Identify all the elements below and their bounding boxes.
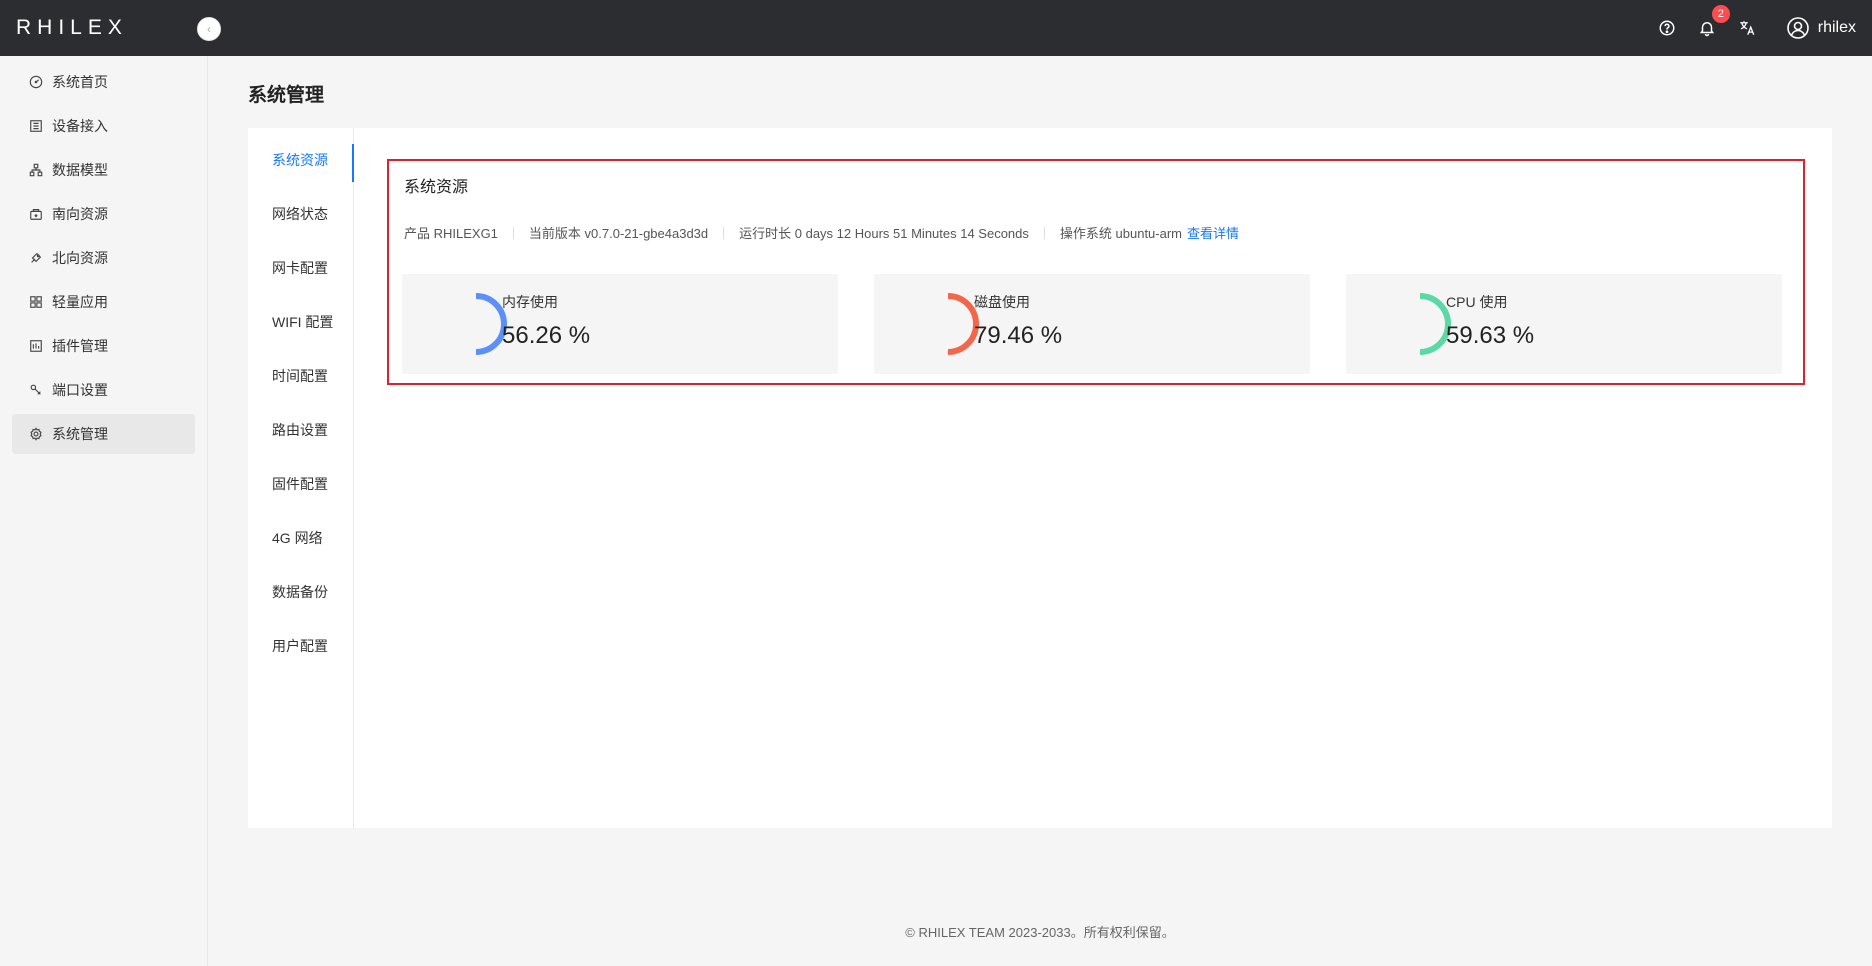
os-info: 操作系统 ubuntu-arm xyxy=(1059,226,1182,241)
system-subnav: 系统资源网络状态网卡配置 WIFI 配置 时间配置路由设置固件配置 4G 网络数据备份… xyxy=(248,128,354,828)
subnav-item-3[interactable]: WIFI 配置 xyxy=(272,312,333,332)
north-icon xyxy=(28,250,44,266)
gear-icon xyxy=(28,426,44,442)
stat-label: 内存使用 xyxy=(502,294,558,310)
stat-label: CPU 使用 xyxy=(1446,294,1508,310)
sidebar-item-label: 轻量应用 xyxy=(52,294,108,310)
translate-icon[interactable] xyxy=(1736,17,1758,39)
page-title: 系统管理 xyxy=(248,85,325,106)
sidebar-item-label: 北向资源 xyxy=(52,250,108,266)
usage-ring-chart xyxy=(1419,293,1451,355)
notification-badge: 2 xyxy=(1711,5,1730,23)
sidebar-item-0[interactable]: 系统首页 xyxy=(12,62,195,102)
app-icon xyxy=(28,294,44,310)
cpu-usage-card: CPU 使用 59.63 % xyxy=(1346,274,1782,374)
sidebar-item-2[interactable]: 数据模型 xyxy=(12,150,195,190)
plugin-icon xyxy=(28,338,44,354)
sidebar-collapse-button[interactable]: ‹ xyxy=(197,17,221,41)
sidebar-item-label: 系统首页 xyxy=(52,74,108,90)
username: rhilex xyxy=(1817,19,1856,36)
south-icon xyxy=(28,206,44,222)
view-details-link[interactable]: 查看详情 xyxy=(1187,223,1239,242)
stat-label: 磁盘使用 xyxy=(974,294,1030,310)
subnav-item-7[interactable]: 4G 网络 xyxy=(272,528,323,548)
resource-title: 系统资源 xyxy=(404,179,469,196)
device-icon xyxy=(28,118,44,134)
sidebar-item-5[interactable]: 轻量应用 xyxy=(12,282,195,322)
sidebar-item-label: 系统管理 xyxy=(52,426,108,442)
usage-ring-chart xyxy=(475,293,507,355)
sidebar-item-6[interactable]: 插件管理 xyxy=(12,326,195,366)
sidebar-item-1[interactable]: 设备接入 xyxy=(12,106,195,146)
system-info-row: 产品 RHILEXG1 当前版本 v0.7.0-21-gbe4a3d3d 运行时… xyxy=(404,223,1239,242)
sidebar-item-4[interactable]: 北向资源 xyxy=(12,238,195,278)
system-resource-panel: 系统资源 产品 RHILEXG1 当前版本 v0.7.0-21-gbe4a3d3… xyxy=(387,159,1805,385)
header-actions: 2 rhilex xyxy=(1656,5,1856,40)
subnav-item-1[interactable]: 网络状态 xyxy=(272,204,328,224)
port-icon xyxy=(28,382,44,398)
subnav-item-0[interactable]: 系统资源 xyxy=(272,150,328,170)
subnav-item-8[interactable]: 数据备份 xyxy=(272,582,328,602)
user-avatar-icon xyxy=(1786,17,1809,39)
subnav-item-6[interactable]: 固件配置 xyxy=(272,474,328,494)
sidebar-item-3[interactable]: 南向资源 xyxy=(12,194,195,234)
usage-ring-chart xyxy=(947,293,979,355)
stat-value: 56.26 % xyxy=(502,322,591,349)
subnav-item-2[interactable]: 网卡配置 xyxy=(272,258,328,278)
divider xyxy=(512,226,514,239)
user-menu[interactable]: rhilex xyxy=(1786,16,1856,40)
sidebar: 系统首页设备接入数据模型南向资源北向资源轻量应用插件管理端口设置系统管理 xyxy=(0,56,208,966)
sidebar-item-7[interactable]: 端口设置 xyxy=(12,370,195,410)
sidebar-item-label: 设备接入 xyxy=(52,118,108,134)
content-card: 系统资源网络状态网卡配置 WIFI 配置 时间配置路由设置固件配置 4G 网络数据备份… xyxy=(248,128,1832,828)
memory-usage-card: 内存使用 56.26 % xyxy=(402,274,838,374)
uptime-info: 运行时长 0 days 12 Hours 51 Minutes 14 Secon… xyxy=(739,226,1029,241)
top-header: RHILEX 2 rhilex xyxy=(0,0,1872,56)
sidebar-item-label: 南向资源 xyxy=(52,206,108,222)
app-logo[interactable]: RHILEX xyxy=(16,16,128,40)
divider xyxy=(723,226,725,239)
subnav-item-4[interactable]: 时间配置 xyxy=(272,366,328,386)
model-icon xyxy=(28,162,44,178)
sidebar-item-8[interactable]: 系统管理 xyxy=(12,414,195,454)
version-info: 当前版本 v0.7.0-21-gbe4a3d3d xyxy=(528,226,709,241)
subnav-active-indicator xyxy=(352,144,354,182)
divider xyxy=(1043,226,1045,239)
sidebar-item-label: 插件管理 xyxy=(52,338,108,354)
stat-value: 79.46 % xyxy=(974,322,1063,349)
footer-copyright: © RHILEX TEAM 2023-2033。所有权利保留。 xyxy=(905,925,1175,940)
sidebar-item-label: 数据模型 xyxy=(52,162,108,178)
product-info: 产品 RHILEXG1 xyxy=(404,226,498,241)
dashboard-icon xyxy=(28,74,44,90)
help-icon[interactable] xyxy=(1656,17,1678,39)
disk-usage-card: 磁盘使用 79.46 % xyxy=(874,274,1310,374)
bell-icon[interactable]: 2 xyxy=(1696,5,1730,39)
subnav-item-5[interactable]: 路由设置 xyxy=(272,420,328,440)
stat-value: 59.63 % xyxy=(1446,322,1535,349)
sidebar-item-label: 端口设置 xyxy=(52,382,108,398)
subnav-item-9[interactable]: 用户配置 xyxy=(272,636,328,656)
